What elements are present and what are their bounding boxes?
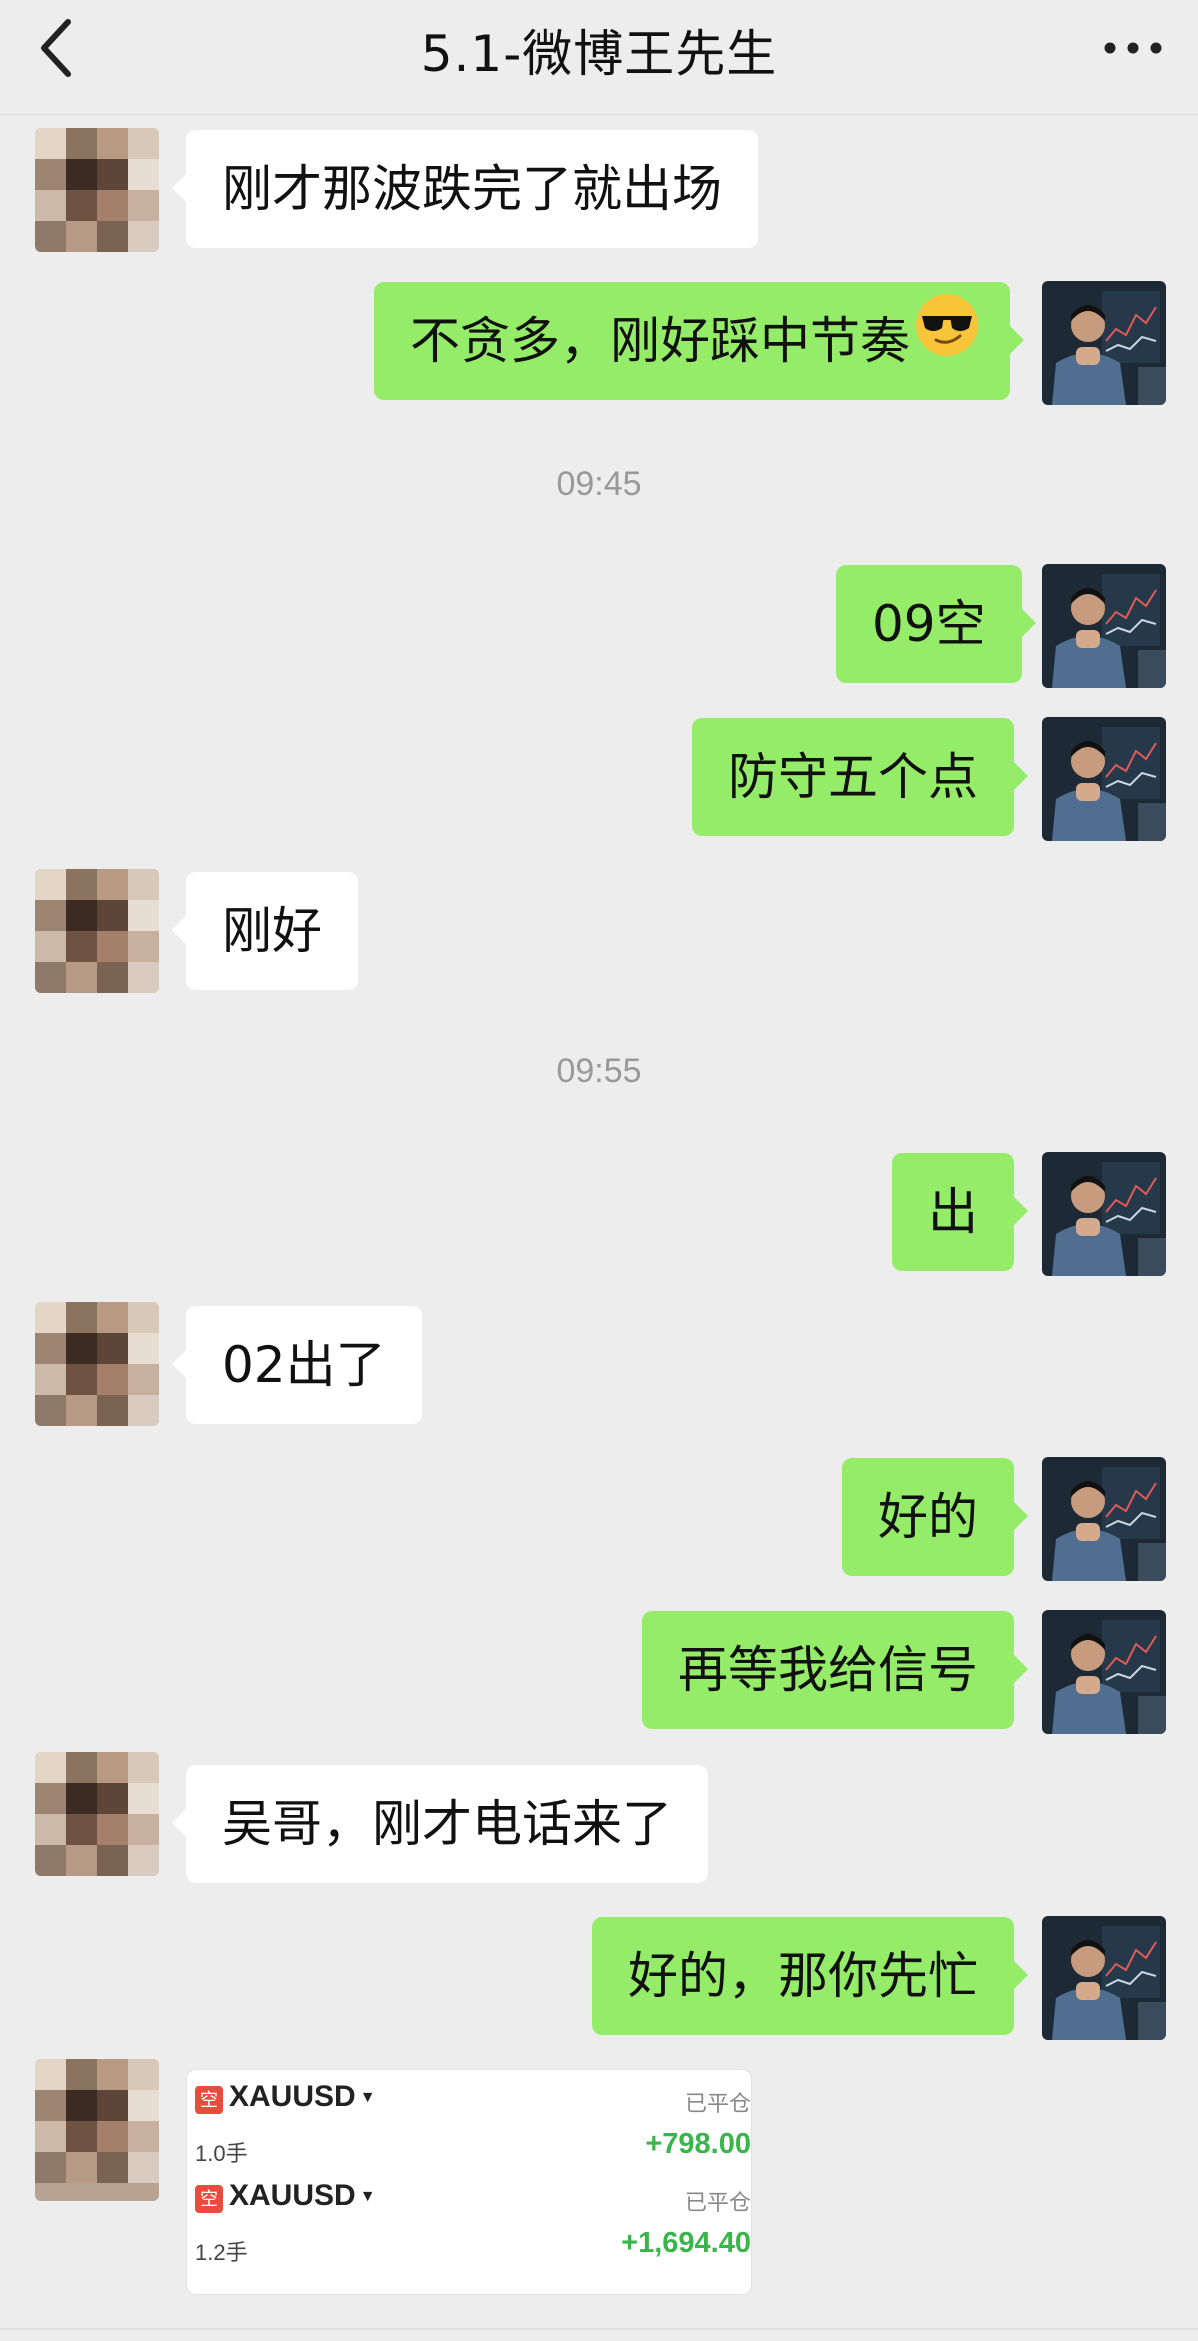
my-avatar[interactable]	[1042, 564, 1166, 688]
trade-row: 空 XAUUSD ▼ 已平仓 1.2手 +1,694.40	[187, 2169, 751, 2269]
outgoing-message: 出	[892, 1153, 1028, 1271]
trade-symbol: XAUUSD ▼	[229, 2080, 376, 2113]
short-badge: 空	[195, 2086, 223, 2114]
trade-status: 已平仓	[684, 2091, 751, 2116]
caret-down-icon: ▼	[359, 2089, 376, 2107]
outgoing-message: 不贪多，刚好踩中节奏	[374, 282, 1024, 400]
smirk-sunglasses-emoji	[914, 282, 980, 400]
trade-profit: +798.00	[645, 2128, 751, 2160]
timestamp: 09:55	[556, 1052, 642, 1090]
trade-status: 已平仓	[684, 2190, 751, 2215]
outgoing-message: 好的	[842, 1458, 1028, 1576]
contact-avatar[interactable]	[35, 1752, 159, 1876]
my-avatar[interactable]	[1042, 717, 1166, 841]
contact-avatar[interactable]	[35, 869, 159, 993]
more-button[interactable]	[1098, 22, 1168, 72]
incoming-message: 吴哥，刚才电话来了	[172, 1765, 708, 1883]
my-avatar[interactable]	[1042, 1457, 1166, 1581]
contact-avatar[interactable]	[35, 2059, 159, 2201]
chat-title: 5.1-微博王先生	[420, 25, 778, 83]
chat-header: 5.1-微博王先生	[0, 0, 1198, 115]
trade-screenshot-image[interactable]: 空 XAUUSD ▼ 已平仓 1.0手 +798.00 空 XAUUSD ▼ 已平仓…	[186, 2069, 752, 2295]
message-text: 不贪多，刚好踩中节奏	[410, 312, 910, 370]
my-avatar[interactable]	[1042, 1916, 1166, 2040]
short-badge: 空	[195, 2185, 223, 2213]
outgoing-message: 09空	[836, 565, 1036, 683]
incoming-message: 刚好	[172, 872, 358, 990]
trade-lots: 1.0手	[195, 2141, 248, 2166]
my-avatar[interactable]	[1042, 1152, 1166, 1276]
my-avatar[interactable]	[1042, 1610, 1166, 1734]
contact-avatar[interactable]	[35, 1302, 159, 1426]
outgoing-message: 防守五个点	[692, 718, 1028, 836]
my-avatar[interactable]	[1042, 281, 1166, 405]
contact-avatar[interactable]	[35, 128, 159, 252]
trade-row: 空 XAUUSD ▼ 已平仓 1.0手 +798.00	[187, 2070, 751, 2170]
incoming-message: 02出了	[172, 1306, 422, 1424]
timestamp: 09:45	[556, 465, 642, 503]
outgoing-message: 好的，那你先忙	[592, 1917, 1028, 2035]
incoming-message: 刚才那波跌完了就出场	[172, 130, 758, 248]
trade-lots: 1.2手	[195, 2240, 248, 2265]
more-dots-icon	[1104, 42, 1162, 54]
trade-profit: +1,694.40	[621, 2227, 751, 2259]
divider	[0, 2328, 1198, 2330]
caret-down-icon: ▼	[359, 2188, 376, 2206]
outgoing-message: 再等我给信号	[642, 1611, 1028, 1729]
trade-symbol: XAUUSD ▼	[229, 2179, 376, 2212]
